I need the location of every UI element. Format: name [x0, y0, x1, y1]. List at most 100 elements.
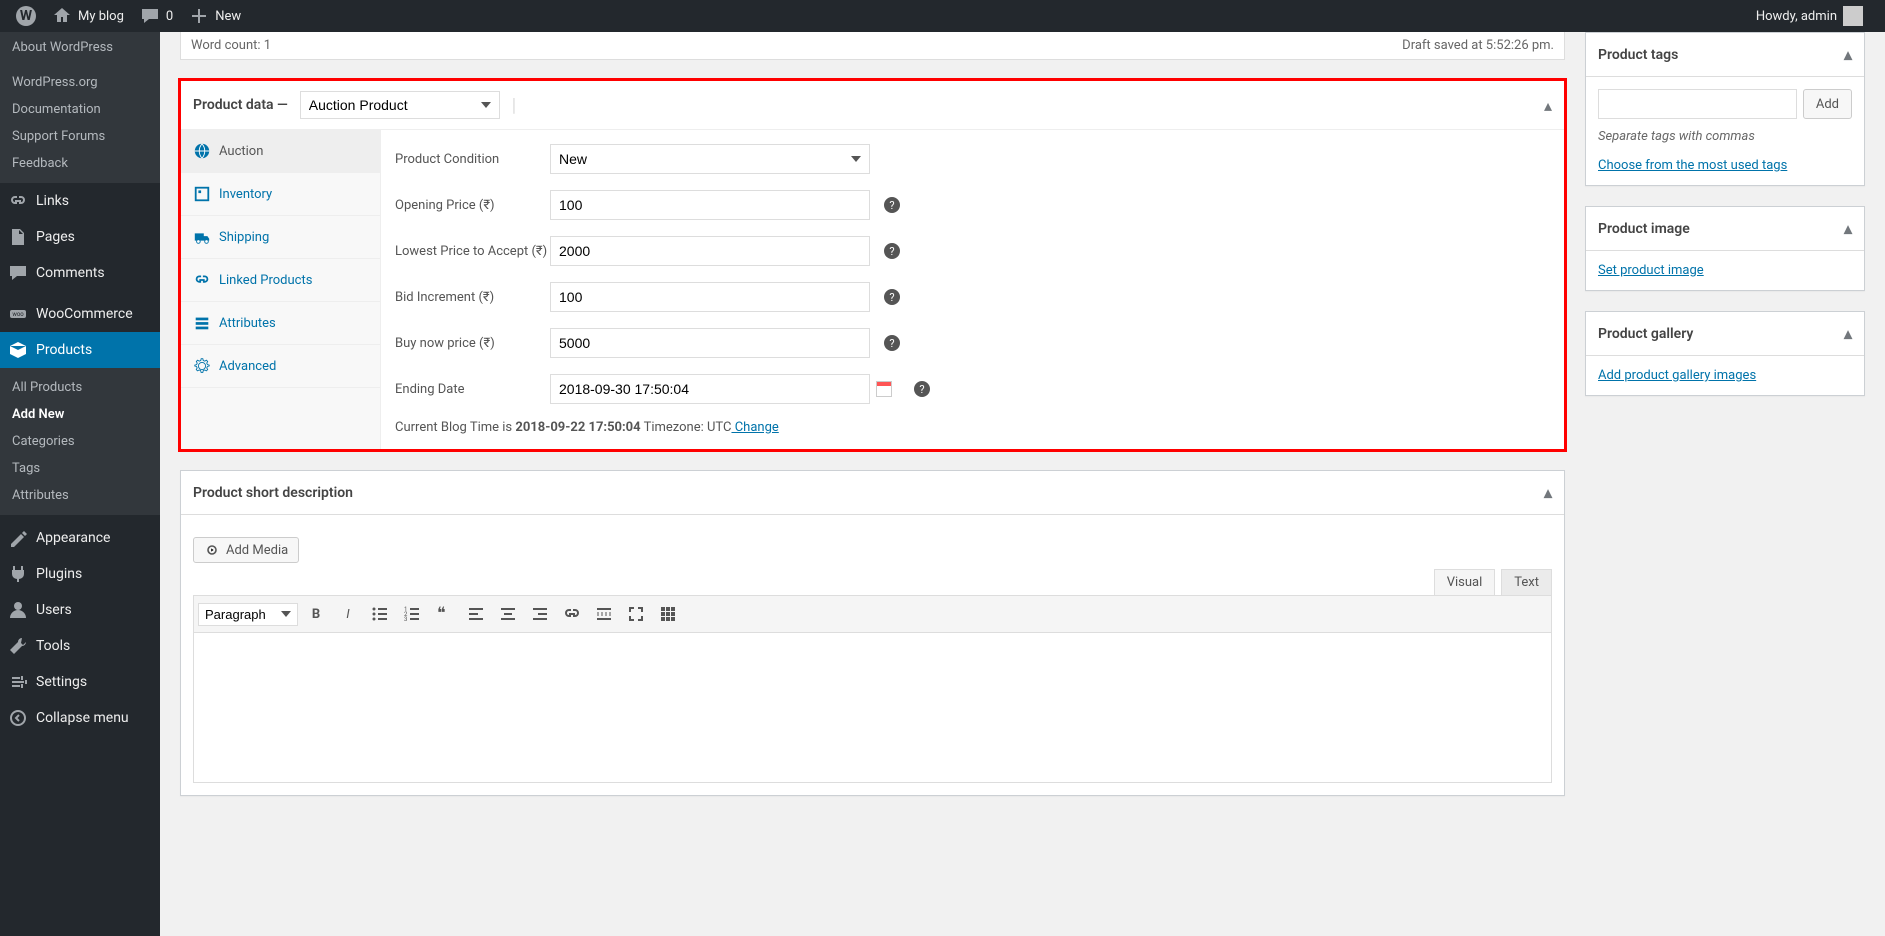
word-count-label: Word count: 1	[191, 38, 271, 53]
tab-auction[interactable]: Auction	[181, 130, 380, 172]
lowest-price-input[interactable]	[550, 236, 870, 266]
comment-icon	[140, 6, 160, 26]
align-center-button[interactable]	[494, 600, 522, 628]
set-product-image-link[interactable]: Set product image	[1598, 263, 1704, 278]
menu-wordpress-org[interactable]: WordPress.org	[0, 69, 160, 96]
align-left-button[interactable]	[462, 600, 490, 628]
help-icon[interactable]: ?	[884, 289, 900, 305]
panel-toggle[interactable]: ▴	[1844, 219, 1852, 238]
site-name-menu[interactable]: My blog	[44, 0, 132, 32]
editor-tab-visual[interactable]: Visual	[1434, 569, 1496, 595]
pages-icon	[8, 227, 28, 247]
blockquote-button[interactable]: ❝	[430, 600, 458, 628]
change-timezone-link[interactable]: Change	[731, 420, 778, 435]
menu-appearance[interactable]: Appearance	[0, 520, 160, 556]
editor-content-area[interactable]	[193, 633, 1552, 783]
draft-saved-label: Draft saved at 5:52:26 pm.	[1402, 38, 1554, 53]
menu-tools[interactable]: Tools	[0, 628, 160, 664]
shipping-icon	[193, 228, 211, 246]
help-icon[interactable]: ?	[914, 381, 930, 397]
panel-toggle[interactable]: ▴	[1544, 483, 1552, 502]
users-icon	[8, 600, 28, 620]
help-icon[interactable]: ?	[884, 197, 900, 213]
editor-tab-text[interactable]: Text	[1501, 569, 1552, 595]
menu-feedback[interactable]: Feedback	[0, 150, 160, 177]
divider: |	[512, 95, 516, 116]
product-gallery-panel: Product gallery▴ Add product gallery ima…	[1585, 311, 1865, 396]
buy-now-label: Buy now price (₹)	[395, 336, 550, 351]
toolbar-toggle-button[interactable]	[654, 600, 682, 628]
menu-links[interactable]: Links	[0, 183, 160, 219]
product-image-panel: Product image▴ Set product image	[1585, 206, 1865, 291]
menu-about-wordpress[interactable]: About WordPress	[0, 32, 160, 63]
new-content-menu[interactable]: New	[181, 0, 249, 32]
comments-icon	[8, 263, 28, 283]
product-type-select[interactable]: Auction Product	[300, 91, 500, 119]
fullscreen-button[interactable]	[622, 600, 650, 628]
submenu-attributes[interactable]: Attributes	[0, 482, 160, 509]
submenu-tags[interactable]: Tags	[0, 455, 160, 482]
tab-advanced[interactable]: Advanced	[181, 345, 380, 387]
ending-date-input[interactable]	[550, 374, 870, 404]
tag-input[interactable]	[1598, 89, 1797, 119]
panel-toggle[interactable]: ▴	[1544, 96, 1552, 115]
howdy-label: Howdy, admin	[1756, 9, 1837, 24]
bid-increment-input[interactable]	[550, 282, 870, 312]
menu-pages[interactable]: Pages	[0, 219, 160, 255]
menu-support-forums[interactable]: Support Forums	[0, 123, 160, 150]
wordcount-bar: Word count: 1 Draft saved at 5:52:26 pm.	[180, 32, 1565, 60]
numbered-list-button[interactable]: 123	[398, 600, 426, 628]
paragraph-select[interactable]: Paragraph	[198, 603, 298, 626]
globe-icon	[193, 142, 211, 160]
product-data-panel: Product data — Auction Product | ▴ Aucti…	[180, 80, 1565, 450]
opening-price-input[interactable]	[550, 190, 870, 220]
help-icon[interactable]: ?	[884, 243, 900, 259]
media-icon	[204, 542, 220, 558]
buy-now-input[interactable]	[550, 328, 870, 358]
choose-tags-link[interactable]: Choose from the most used tags	[1598, 158, 1787, 173]
product-data-title: Product data —	[193, 97, 288, 113]
tab-inventory[interactable]: Inventory	[181, 173, 380, 215]
link-button[interactable]	[558, 600, 586, 628]
blog-time-footnote: Current Blog Time is 2018-09-22 17:50:04…	[395, 420, 1550, 435]
new-label: New	[215, 9, 241, 24]
add-gallery-images-link[interactable]: Add product gallery images	[1598, 368, 1756, 383]
menu-plugins[interactable]: Plugins	[0, 556, 160, 592]
bullet-list-button[interactable]	[366, 600, 394, 628]
align-right-button[interactable]	[526, 600, 554, 628]
tab-attributes[interactable]: Attributes	[181, 302, 380, 344]
comments-menu[interactable]: 0	[132, 0, 181, 32]
menu-products[interactable]: Products	[0, 332, 160, 368]
submenu-categories[interactable]: Categories	[0, 428, 160, 455]
plugins-icon	[8, 564, 28, 584]
tags-title: Product tags	[1598, 47, 1678, 63]
links-icon	[8, 191, 28, 211]
add-media-button[interactable]: Add Media	[193, 537, 299, 563]
woocommerce-icon: woo	[8, 304, 28, 324]
short-desc-title: Product short description	[193, 485, 353, 501]
tab-shipping[interactable]: Shipping	[181, 216, 380, 258]
condition-select[interactable]: New	[550, 144, 870, 174]
submenu-add-new[interactable]: Add New	[0, 401, 160, 428]
panel-toggle[interactable]: ▴	[1844, 45, 1852, 64]
admin-bar: W My blog 0 New Howdy, admin	[0, 0, 1885, 32]
ending-date-label: Ending Date	[395, 382, 550, 397]
menu-documentation[interactable]: Documentation	[0, 96, 160, 123]
my-account-menu[interactable]: Howdy, admin	[1748, 0, 1877, 32]
help-icon[interactable]: ?	[884, 335, 900, 351]
menu-woocommerce[interactable]: wooWooCommerce	[0, 296, 160, 332]
menu-settings[interactable]: Settings	[0, 664, 160, 700]
panel-toggle[interactable]: ▴	[1844, 324, 1852, 343]
avatar-icon	[1843, 6, 1863, 26]
menu-users[interactable]: Users	[0, 592, 160, 628]
add-tag-button[interactable]: Add	[1803, 89, 1852, 119]
wp-logo-menu[interactable]: W	[8, 0, 44, 32]
italic-button[interactable]: I	[334, 600, 362, 628]
bold-button[interactable]: B	[302, 600, 330, 628]
tab-linked-products[interactable]: Linked Products	[181, 259, 380, 301]
calendar-icon[interactable]	[876, 381, 892, 397]
menu-collapse[interactable]: Collapse menu	[0, 700, 160, 736]
insert-more-button[interactable]	[590, 600, 618, 628]
menu-comments[interactable]: Comments	[0, 255, 160, 291]
submenu-all-products[interactable]: All Products	[0, 374, 160, 401]
